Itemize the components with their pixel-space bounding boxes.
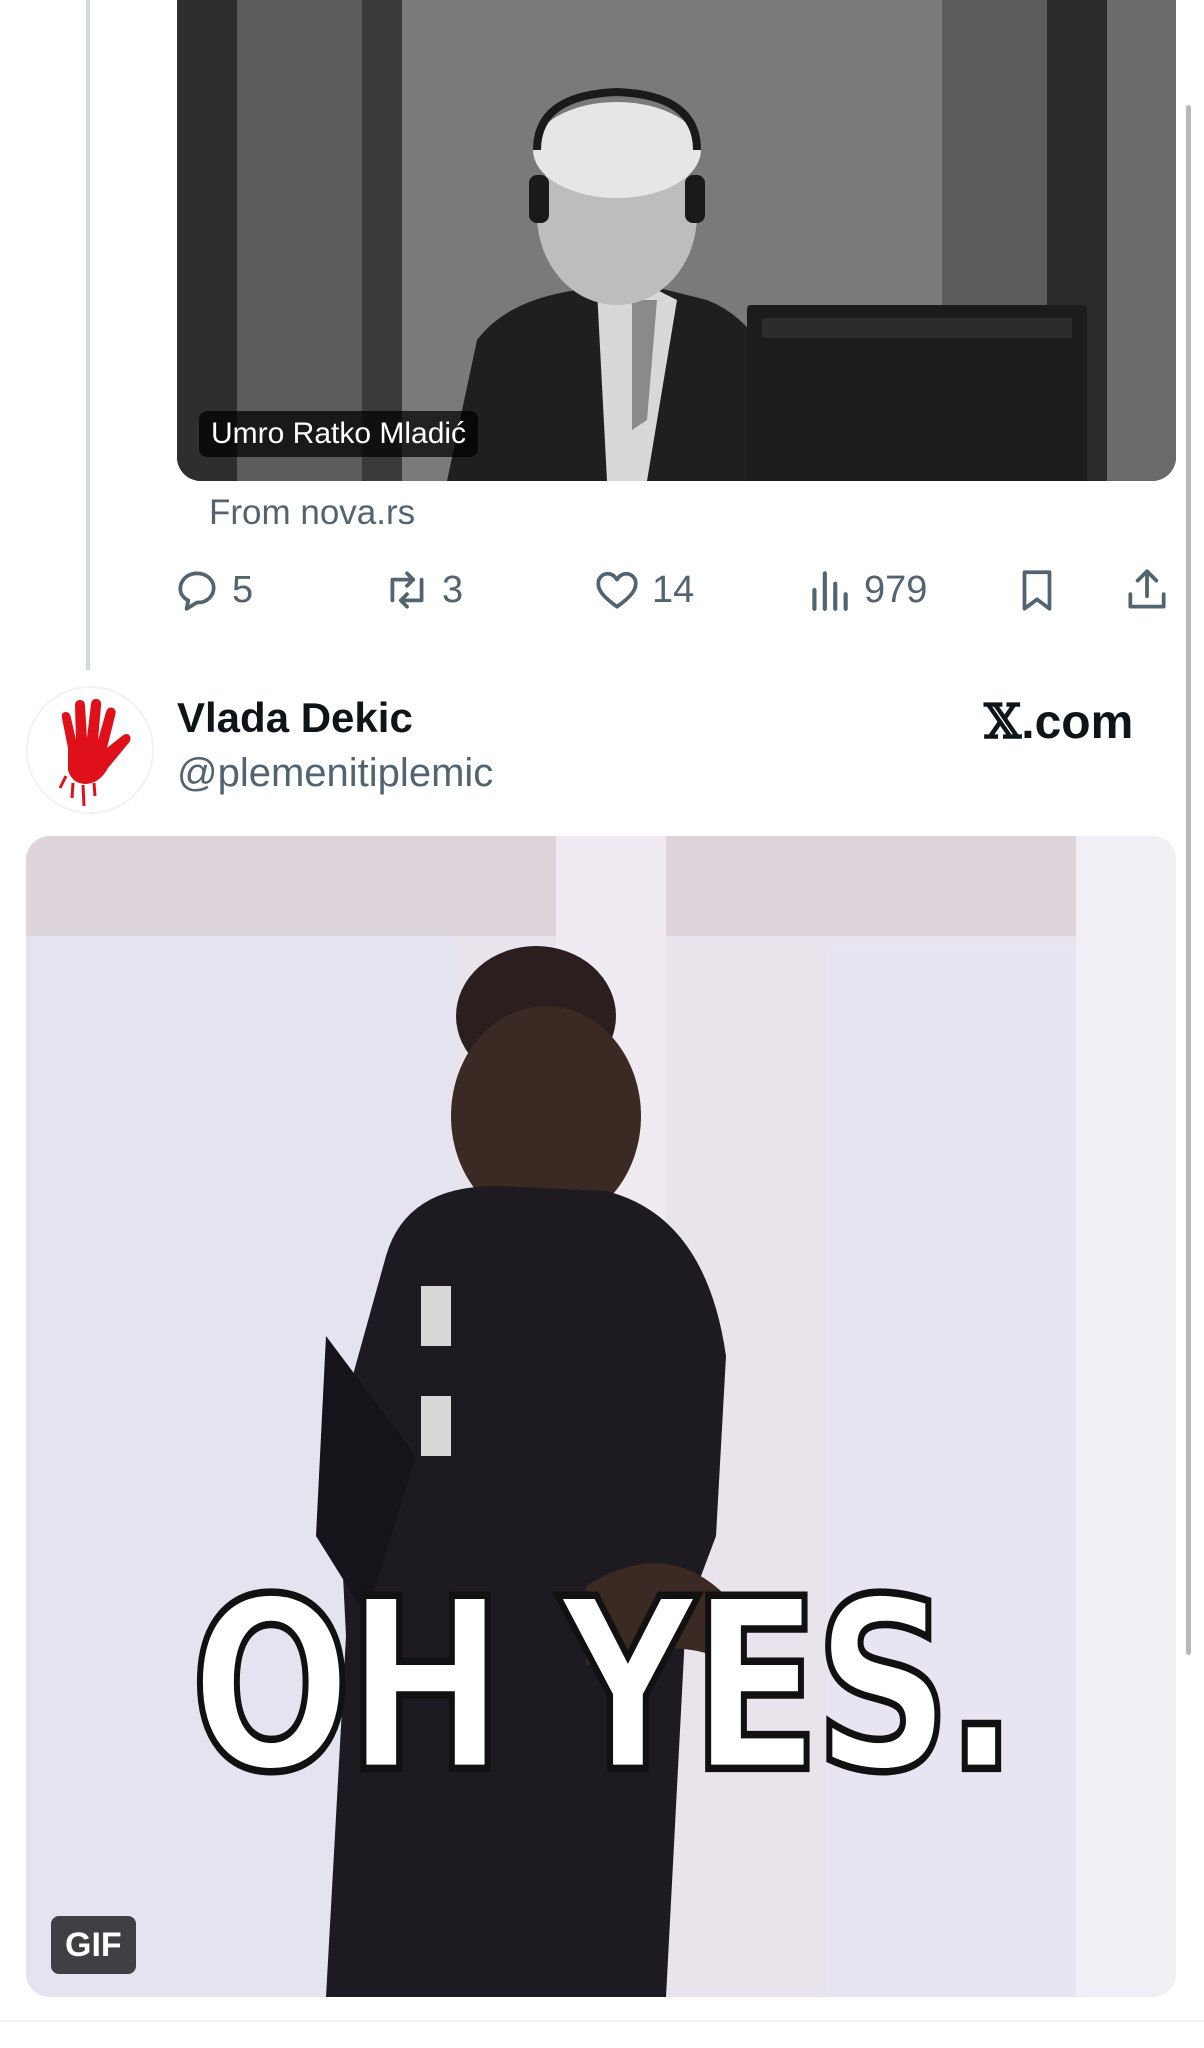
author-name[interactable]: Vlada Dekic [177, 694, 413, 742]
red-hand-avatar-icon [28, 688, 152, 812]
link-card-image[interactable]: Umro Ratko Mladić [177, 0, 1176, 481]
reply-icon [178, 571, 216, 611]
divider [0, 2020, 1204, 2022]
brand-suffix: .com [1021, 695, 1134, 749]
like-button[interactable]: 14 [592, 560, 694, 620]
share-button[interactable] [1122, 560, 1172, 620]
reply-button[interactable]: 5 [172, 560, 253, 620]
bookmark-icon [1022, 570, 1052, 611]
gif-badge: GIF [51, 1916, 136, 1974]
thread-connector-line [86, 0, 90, 670]
share-icon [1128, 569, 1166, 609]
repost-icon [390, 571, 424, 609]
avatar[interactable] [26, 686, 154, 814]
x-com-brand: 𝕏 .com [984, 694, 1133, 750]
like-count: 14 [652, 568, 695, 611]
author-handle[interactable]: @plemenitiplemic [177, 751, 493, 796]
views-icon [812, 571, 848, 611]
repost-count: 3 [442, 568, 464, 611]
scrollbar[interactable] [1186, 105, 1191, 1655]
bookmark-button[interactable] [1012, 560, 1062, 620]
gif-media[interactable]: OH YES. GIF [26, 836, 1176, 1997]
gif-overlay-text: OH YES. [187, 1545, 1020, 1829]
views-button[interactable]: 979 [804, 560, 927, 620]
like-icon [596, 571, 638, 609]
repost-button[interactable]: 3 [382, 560, 463, 620]
courtroom-photo [177, 0, 1176, 481]
link-card-caption: Umro Ratko Mladić [199, 411, 479, 457]
x-logo-icon: 𝕏 [984, 694, 1022, 750]
tweet-action-bar: 5 3 14 979 [172, 560, 1182, 620]
reply-count: 5 [232, 568, 254, 611]
tweet-thread-page: Umro Ratko Mladić From nova.rs 5 3 14 97… [0, 0, 1204, 2048]
view-count: 979 [864, 568, 928, 611]
link-card-source[interactable]: From nova.rs [209, 493, 415, 533]
